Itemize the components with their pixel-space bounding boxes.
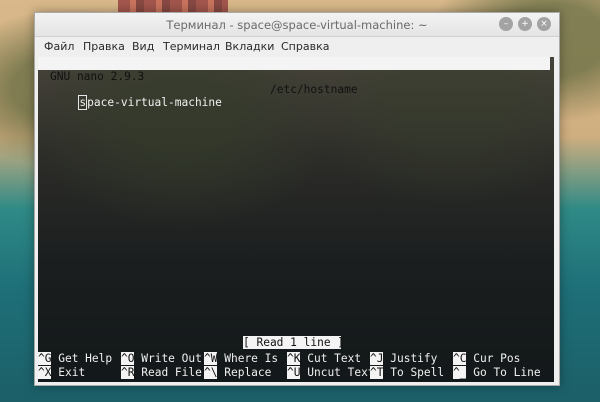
shortcut-write-out[interactable]: ^O Write Out xyxy=(121,352,202,365)
shortcut-get-help[interactable]: ^G Get Help xyxy=(38,352,112,365)
menu-view[interactable]: Вид xyxy=(132,40,154,53)
menu-edit[interactable]: Правка xyxy=(83,40,125,53)
menubar: Файл Правка Вид Терминал Вкладки Справка xyxy=(35,37,559,56)
shortcut-read-file[interactable]: ^R Read File xyxy=(121,366,202,379)
minimize-button[interactable]: – xyxy=(499,17,513,31)
shortcut-where-is[interactable]: ^W Where Is xyxy=(204,352,278,365)
shortcut-to-spell[interactable]: ^T To Spell xyxy=(370,366,444,379)
file-content-text: pace-virtual-machine xyxy=(87,96,222,109)
terminal-window: Терминал - space@space-virtual-machine: … xyxy=(34,12,560,386)
shortcut-cur-pos[interactable]: ^C Cur Pos xyxy=(453,352,520,365)
close-button[interactable]: × xyxy=(537,17,551,31)
nano-filename: /etc/hostname xyxy=(270,83,358,96)
shortcut-go-to-line[interactable]: ^_ Go To Line xyxy=(453,366,541,379)
menu-file[interactable]: Файл xyxy=(44,40,74,53)
file-content-line[interactable]: space-virtual-machine xyxy=(38,83,222,122)
menu-tabs[interactable]: Вкладки xyxy=(225,40,274,53)
nano-version: GNU nano 2.9.3 xyxy=(50,70,145,83)
maximize-button[interactable]: + xyxy=(518,17,532,31)
shortcut-replace[interactable]: ^\ Replace xyxy=(204,366,271,379)
shortcut-justify[interactable]: ^J Justify xyxy=(370,352,437,365)
window-titlebar[interactable]: Терминал - space@space-virtual-machine: … xyxy=(35,13,559,37)
window-title: Терминал - space@space-virtual-machine: … xyxy=(166,18,428,32)
shortcut-uncut-text[interactable]: ^U Uncut Text xyxy=(287,366,375,379)
menu-terminal[interactable]: Терминал xyxy=(163,40,220,53)
text-cursor: s xyxy=(78,95,88,110)
nano-status-message: [ Read 1 line ] xyxy=(243,336,345,349)
shortcut-cut-text[interactable]: ^K Cut Text xyxy=(287,352,361,365)
shortcut-exit[interactable]: ^X Exit xyxy=(38,366,85,379)
terminal-area[interactable]: GNU nano 2.9.3 /etc/hostname space-virtu… xyxy=(38,57,554,382)
menu-help[interactable]: Справка xyxy=(281,40,329,53)
desktop-background-detail xyxy=(118,0,228,12)
nano-header-bar: GNU nano 2.9.3 /etc/hostname xyxy=(38,57,550,96)
